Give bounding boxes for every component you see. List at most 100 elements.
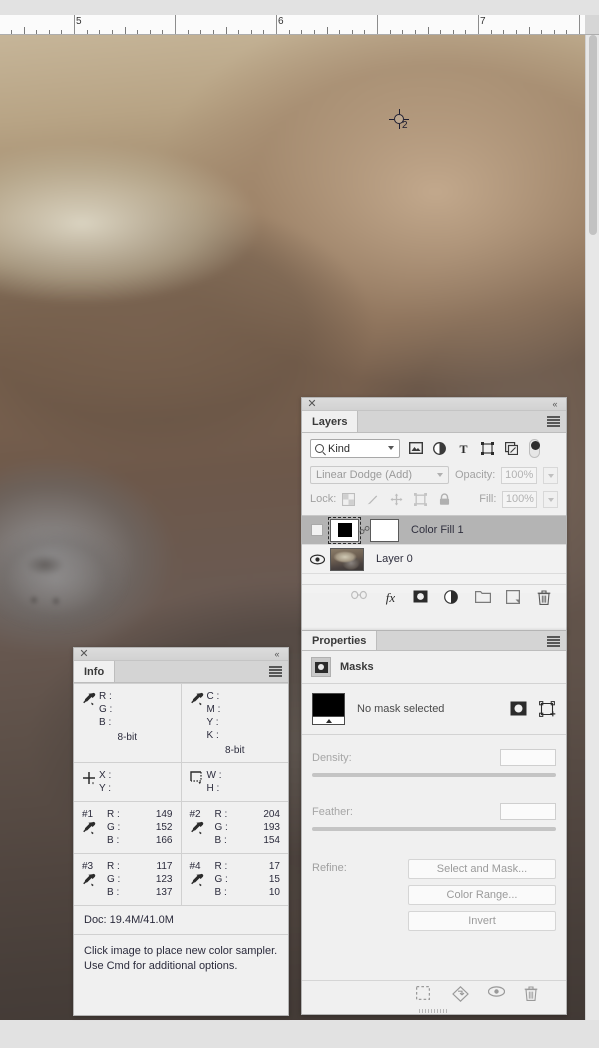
feather-input[interactable] [500, 803, 556, 820]
fill-stepper[interactable] [543, 490, 558, 508]
horizontal-ruler[interactable]: 5 6 7 [0, 15, 585, 35]
load-selection-icon[interactable] [415, 985, 432, 1002]
tab-info[interactable]: Info [74, 661, 116, 682]
properties-panel-menu-icon[interactable] [547, 636, 560, 647]
pixel-filter-icon[interactable] [409, 441, 423, 456]
ruler-tick [377, 15, 378, 34]
type-filter-icon[interactable]: T [457, 442, 471, 456]
feather-slider[interactable] [312, 827, 556, 831]
blend-mode-value: Linear Dodge (Add) [316, 469, 413, 481]
layer-style-fx-icon[interactable]: fx [382, 590, 397, 605]
info-rgb-values [112, 690, 172, 729]
pixel-mask-icon[interactable] [510, 701, 527, 718]
layer-visibility-toggle[interactable] [304, 554, 330, 565]
chevron-down-icon [388, 446, 394, 450]
ruler-tick [137, 30, 138, 34]
color-sampler-marker-2[interactable]: 2 [389, 109, 409, 131]
sampler-tick-bottom [398, 124, 400, 129]
collapse-icon[interactable]: « [271, 649, 283, 659]
link-layers-icon[interactable] [351, 590, 367, 605]
blend-mode-row: Linear Dodge (Add) Opacity: 100% [302, 463, 566, 487]
ruler-tick [36, 30, 37, 34]
layer-row-layer-0[interactable]: Layer 0 [302, 545, 566, 574]
delete-layer-icon[interactable] [537, 590, 552, 605]
smart-object-filter-icon[interactable] [505, 441, 519, 456]
lock-transparency-icon[interactable] [342, 492, 356, 506]
vertical-scrollbar[interactable] [585, 35, 599, 1020]
add-mask-icon[interactable] [413, 590, 428, 605]
eyedropper-icon [82, 821, 99, 838]
feather-label: Feather: [312, 805, 353, 818]
filter-enable-toggle[interactable] [529, 439, 540, 458]
lock-artboard-icon[interactable] [414, 492, 428, 506]
delete-mask-icon[interactable] [524, 985, 540, 1002]
select-and-mask-button[interactable]: Select and Mask... [408, 859, 556, 879]
ruler-label: 7 [480, 16, 486, 27]
info-dimensions-keys: W :H : [206, 770, 222, 794]
ruler-tick [503, 30, 504, 34]
opacity-label: Opacity: [455, 469, 496, 481]
layers-panel-titlebar[interactable]: ✕ « [302, 398, 566, 411]
chevron-down-icon [437, 473, 443, 477]
mask-preview-thumbnail[interactable] [312, 693, 345, 725]
close-icon[interactable]: ✕ [307, 399, 317, 410]
invert-button[interactable]: Invert [408, 911, 556, 931]
panel-resize-grip[interactable] [419, 1009, 449, 1013]
sampler-3-values: 117 123 137 [155, 861, 173, 898]
sampler-2-values: 204 193 154 [263, 809, 280, 846]
layer-image-thumbnail[interactable] [330, 547, 364, 571]
density-slider[interactable] [312, 773, 556, 777]
ruler-tick [289, 30, 290, 34]
tab-properties[interactable]: Properties [302, 631, 378, 650]
fill-input[interactable]: 100% [502, 490, 538, 508]
info-hint-line-2: Use Cmd for additional options. [84, 960, 238, 972]
close-icon[interactable]: ✕ [79, 649, 89, 660]
ruler-tick [465, 30, 466, 34]
adjustment-layer-icon[interactable] [444, 590, 459, 605]
info-sampler-2: #2 R :G :B : 204 193 154 [180, 802, 289, 853]
ruler-tick [125, 27, 126, 34]
new-layer-icon[interactable] [506, 590, 521, 605]
refine-buttons: Select and Mask... Color Range... Invert [408, 859, 556, 931]
ruler-tick [364, 30, 365, 34]
layer-row-color-fill-1[interactable]: ☍ Color Fill 1 [302, 516, 566, 545]
ruler-label: 6 [278, 16, 284, 27]
layer-name[interactable]: Color Fill 1 [411, 524, 464, 536]
density-input[interactable] [500, 749, 556, 766]
vertical-scrollbar-thumb[interactable] [589, 35, 597, 235]
layers-list[interactable]: ☍ Color Fill 1 Layer 0 [302, 515, 566, 593]
opacity-input[interactable]: 100% [501, 466, 538, 484]
masks-section-icon[interactable] [311, 657, 331, 677]
sampler-1-keys: R :G :B : [107, 809, 121, 846]
link-mask-icon[interactable]: ☍ [359, 524, 370, 537]
layer-mask-thumbnail[interactable] [328, 516, 361, 544]
layers-panel-menu-icon[interactable] [547, 416, 560, 427]
info-doc-size: Doc: 19.4M/41.0M [74, 906, 288, 935]
collapse-icon[interactable]: « [549, 399, 561, 409]
tab-layers[interactable]: Layers [302, 411, 359, 432]
filter-kind-select[interactable]: Kind [310, 439, 400, 458]
ruler-right-cap [585, 15, 599, 35]
lock-position-icon[interactable] [390, 493, 403, 506]
adjustment-filter-icon[interactable] [433, 441, 447, 456]
filter-kind-label: Kind [328, 442, 351, 455]
layers-tabbar: Layers [302, 411, 566, 433]
color-range-button[interactable]: Color Range... [408, 885, 556, 905]
info-panel-menu-icon[interactable] [269, 666, 282, 677]
vector-mask-icon[interactable] [539, 700, 556, 718]
info-panel-titlebar[interactable]: ✕ « [74, 648, 288, 661]
ruler-tick [61, 30, 62, 34]
apply-mask-icon[interactable] [452, 985, 469, 1002]
ruler-tick [238, 30, 239, 34]
shape-filter-icon[interactable] [481, 441, 495, 456]
lock-all-icon[interactable] [438, 492, 451, 506]
ruler-tick [390, 30, 391, 34]
layer-visibility-toggle[interactable] [304, 524, 330, 536]
new-group-icon[interactable] [475, 590, 491, 605]
layer-fill-thumbnail[interactable] [370, 518, 399, 542]
layer-name[interactable]: Layer 0 [376, 553, 413, 565]
toggle-mask-visibility-icon[interactable] [487, 985, 506, 1002]
opacity-stepper[interactable] [543, 466, 558, 484]
lock-image-icon[interactable] [366, 493, 379, 506]
blend-mode-select[interactable]: Linear Dodge (Add) [310, 466, 449, 484]
